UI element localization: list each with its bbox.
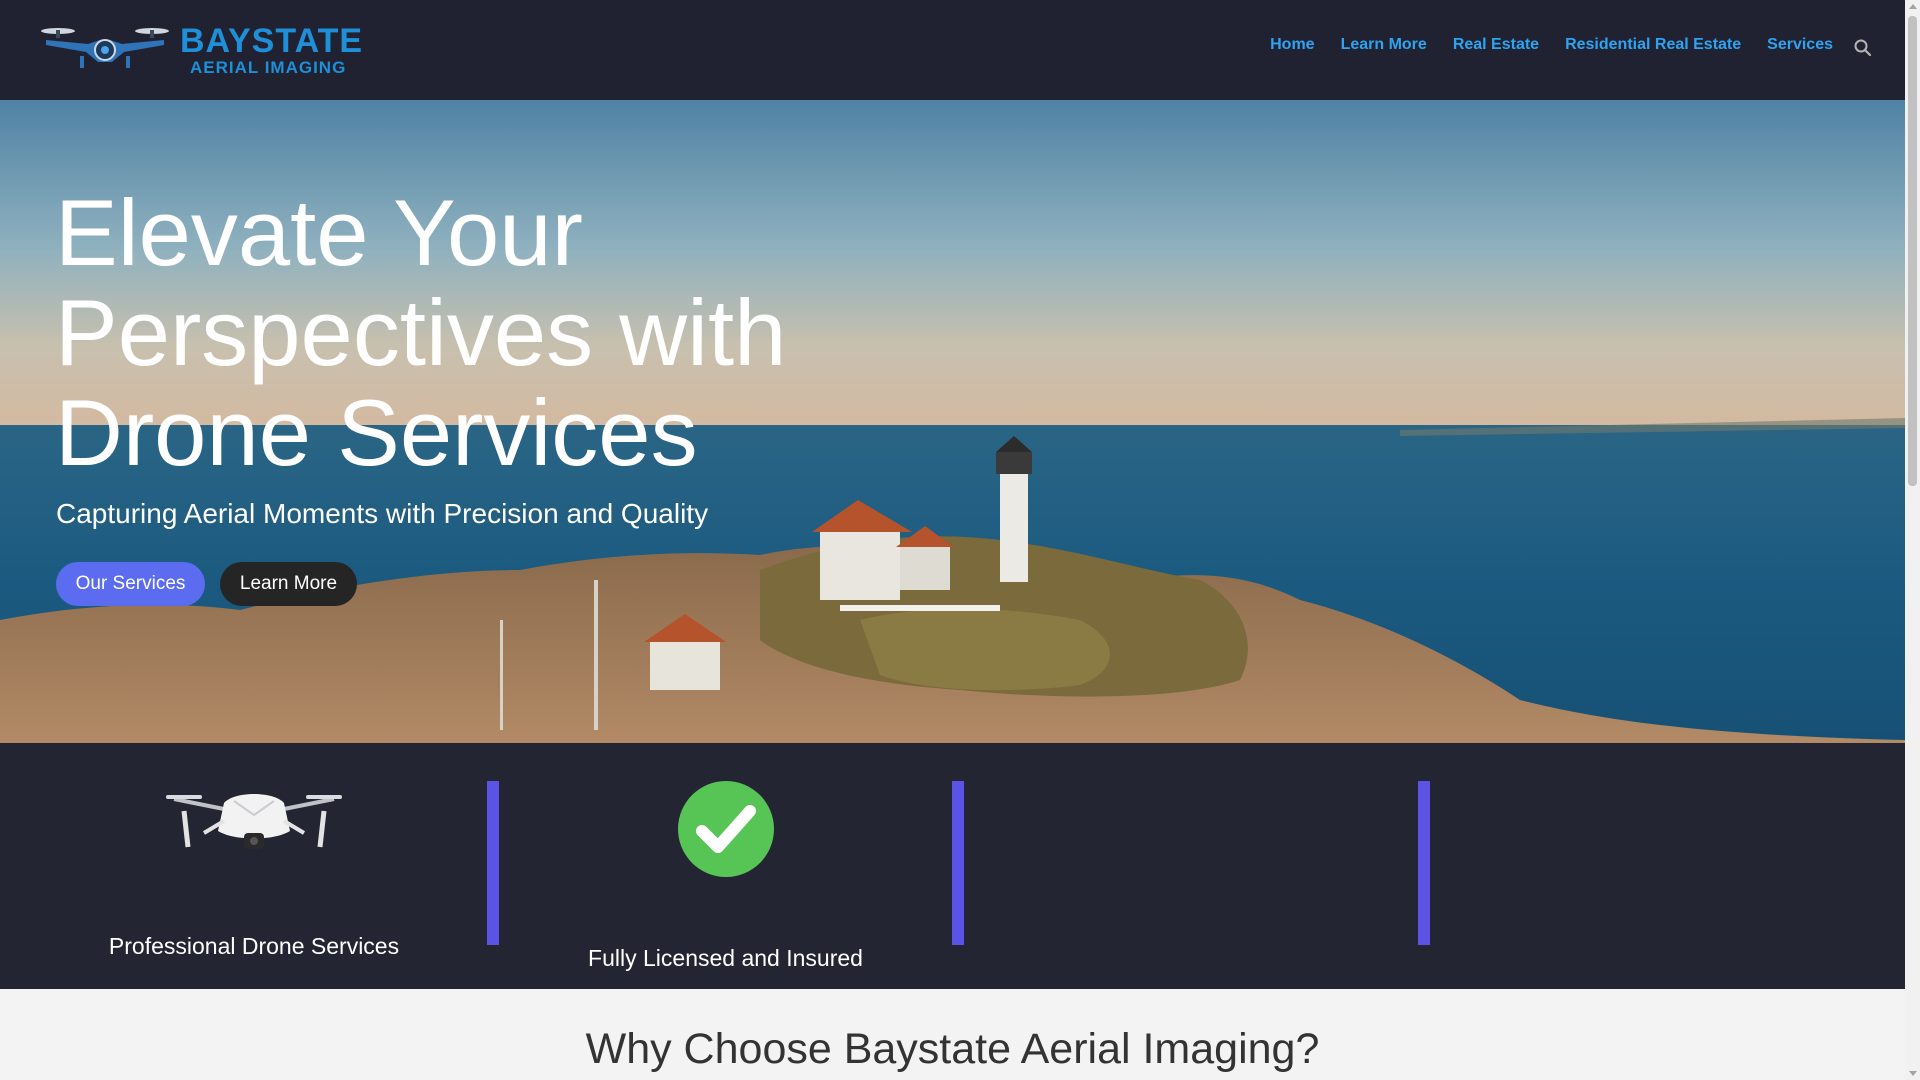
- features-strip: Professional Drone Services Fully Licens…: [0, 743, 1905, 989]
- main-nav: Home Learn More Real Estate Residential …: [1270, 36, 1833, 54]
- why-section: Why Choose Baystate Aerial Imaging?: [0, 989, 1905, 1080]
- nav-item-real-estate[interactable]: Real Estate: [1453, 36, 1539, 54]
- check-circle-icon: [678, 781, 774, 877]
- nav-item-residential-real-estate[interactable]: Residential Real Estate: [1565, 36, 1741, 54]
- scroll-up-arrow-icon[interactable]: [1909, 4, 1917, 9]
- hero-section: Elevate Your Perspectives with Drone Ser…: [0, 100, 1905, 743]
- feature-label-licensed: Fully Licensed and Insured: [588, 945, 863, 971]
- hero-subtitle: Capturing Aerial Moments with Precision …: [56, 498, 709, 529]
- feature-divider: [1418, 781, 1430, 945]
- nav-item-home[interactable]: Home: [1270, 36, 1314, 54]
- nav-item-services[interactable]: Services: [1767, 36, 1833, 54]
- logo-text-secondary: AERIAL IMAGING: [190, 58, 347, 77]
- logo-text-primary: BAYSTATE: [180, 22, 364, 60]
- feature-divider: [487, 781, 499, 945]
- drone-logo-icon: [41, 28, 169, 68]
- nav-item-learn-more[interactable]: Learn More: [1341, 36, 1427, 54]
- site-header: BAYSTATE AERIAL IMAGING Home Learn More …: [0, 0, 1905, 100]
- drone-icon: [166, 794, 342, 849]
- feature-label-professional: Professional Drone Services: [108, 933, 400, 959]
- feature-licensed-insured: Fully Licensed and Insured: [499, 781, 952, 971]
- site-logo[interactable]: BAYSTATE AERIAL IMAGING: [40, 22, 365, 78]
- page: BAYSTATE AERIAL IMAGING Home Learn More …: [0, 0, 1905, 1080]
- our-services-button[interactable]: Our Services: [56, 562, 205, 606]
- hero-title: Elevate Your Perspectives with Drone Ser…: [55, 180, 787, 485]
- search-icon[interactable]: [1853, 38, 1873, 58]
- scrollbar-thumb[interactable]: [1908, 16, 1917, 486]
- feature-professional-drone: Professional Drone Services: [0, 781, 488, 959]
- scroll-down-arrow-icon[interactable]: [1909, 1071, 1917, 1076]
- page-scrollbar[interactable]: [1905, 0, 1920, 1080]
- learn-more-button[interactable]: Learn More: [220, 562, 357, 606]
- why-title: Why Choose Baystate Aerial Imaging?: [585, 1025, 1320, 1073]
- feature-divider: [952, 781, 964, 945]
